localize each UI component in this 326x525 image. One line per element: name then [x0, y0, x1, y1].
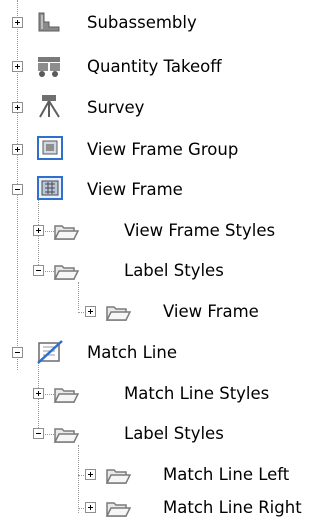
- tree-node-view-frame-group[interactable]: View Frame Group: [0, 133, 326, 167]
- subassembly-icon: [38, 12, 60, 32]
- expand-toggle[interactable]: [33, 388, 44, 399]
- node-label: View Frame: [87, 180, 183, 199]
- node-label: Label Styles: [124, 424, 224, 443]
- tree-node-survey[interactable]: Survey: [0, 91, 326, 125]
- survey-tripod-icon: [39, 95, 60, 118]
- node-label: Survey: [87, 98, 145, 117]
- folder-icon: [53, 265, 79, 280]
- expand-toggle[interactable]: [85, 469, 96, 480]
- folder-icon: [53, 428, 79, 443]
- tree-node-label-styles[interactable]: Label Styles: [0, 417, 326, 451]
- folder-icon: [105, 306, 131, 321]
- tree-node-view-frame[interactable]: View Frame: [0, 173, 326, 207]
- prospector-tree: Subassembly Quantity Takeoff Survey View…: [0, 0, 326, 525]
- tree-node-label-styles[interactable]: Label Styles: [0, 254, 326, 288]
- tree-node-match-line-left[interactable]: Match Line Left: [0, 458, 326, 492]
- node-label: Label Styles: [124, 261, 224, 280]
- expand-toggle[interactable]: [12, 17, 23, 28]
- tree-node-subassembly[interactable]: Subassembly: [0, 6, 326, 40]
- node-label: Match Line Right: [163, 498, 302, 517]
- folder-icon: [53, 388, 79, 403]
- expand-toggle[interactable]: [85, 306, 96, 317]
- tree-node-view-frame-label[interactable]: View Frame: [0, 295, 326, 329]
- folder-icon: [105, 502, 131, 517]
- expand-toggle[interactable]: [33, 225, 44, 236]
- expand-toggle[interactable]: [12, 61, 23, 72]
- collapse-toggle[interactable]: [33, 265, 44, 276]
- node-label: View Frame: [163, 302, 259, 321]
- node-label: Match Line: [87, 343, 177, 362]
- tree-node-match-line-styles[interactable]: Match Line Styles: [0, 377, 326, 411]
- quantity-takeoff-icon: [38, 57, 60, 77]
- expand-toggle[interactable]: [12, 102, 23, 113]
- node-label: Quantity Takeoff: [87, 57, 222, 76]
- node-label: Match Line Left: [163, 465, 290, 484]
- view-frame-icon: [37, 176, 63, 200]
- match-line-icon: [37, 340, 63, 364]
- tree-node-view-frame-styles[interactable]: View Frame Styles: [0, 214, 326, 248]
- tree-node-match-line[interactable]: Match Line: [0, 336, 326, 370]
- node-label: Match Line Styles: [124, 384, 270, 403]
- node-label: View Frame Group: [87, 140, 239, 159]
- expand-toggle[interactable]: [85, 502, 96, 513]
- folder-icon: [53, 225, 79, 240]
- folder-icon: [105, 469, 131, 484]
- collapse-toggle[interactable]: [12, 347, 23, 358]
- collapse-toggle[interactable]: [12, 184, 23, 195]
- node-label: View Frame Styles: [124, 221, 276, 240]
- collapse-toggle[interactable]: [33, 428, 44, 439]
- tree-node-match-line-right[interactable]: Match Line Right: [0, 491, 326, 525]
- expand-toggle[interactable]: [12, 144, 23, 155]
- tree-node-quantity-takeoff[interactable]: Quantity Takeoff: [0, 50, 326, 84]
- view-frame-group-icon: [37, 136, 63, 160]
- node-label: Subassembly: [87, 13, 197, 32]
